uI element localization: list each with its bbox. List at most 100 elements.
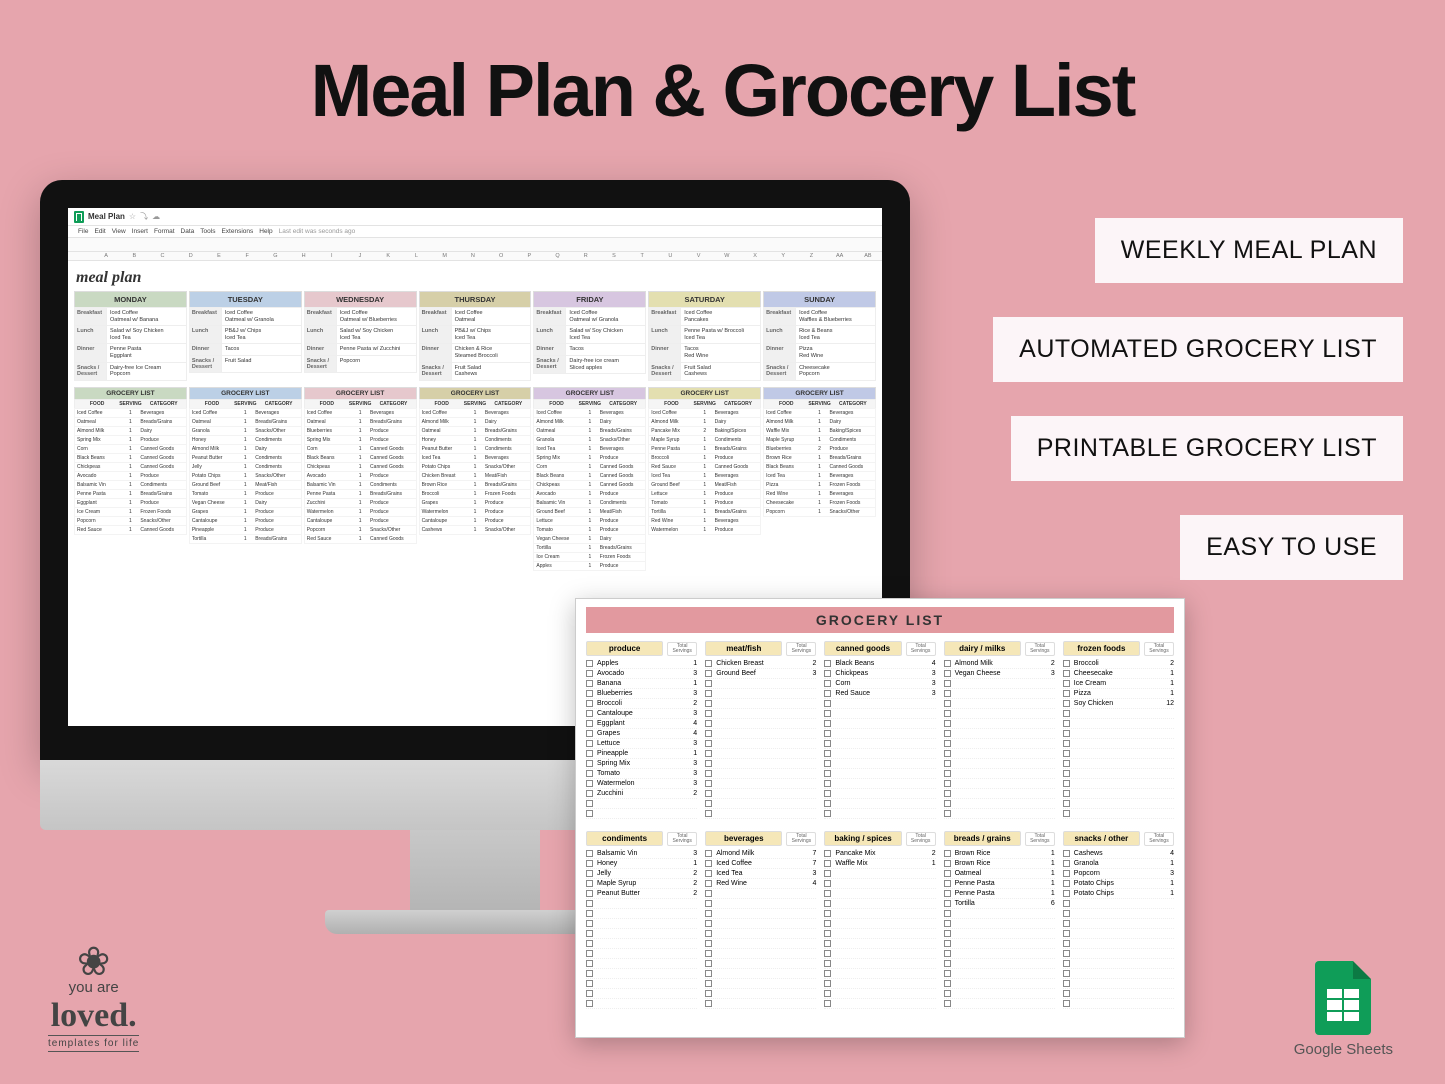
checkbox[interactable] [824,700,831,707]
grocery-row[interactable]: Iced Tea1Beverages [419,453,532,463]
meal-row[interactable]: BreakfastIced CoffeeOatmeal w/ Banana [74,307,187,326]
grocery-row[interactable]: Cashews1Snacks/Other [419,525,532,535]
grocery-row[interactable]: Honey1Condiments [189,435,302,445]
column-letter[interactable]: G [261,252,289,260]
grocery-row[interactable]: Balsamic Vin1Condiments [304,480,417,490]
checkbox[interactable] [1063,810,1070,817]
checkbox[interactable] [586,700,593,707]
grocery-row[interactable]: Blueberries1Produce [304,426,417,436]
print-row[interactable]: Chicken Breast2 [705,659,816,669]
menu-item[interactable]: Help [259,228,272,235]
checkbox[interactable] [705,780,712,787]
checkbox[interactable] [586,680,593,687]
print-row[interactable] [586,929,697,939]
checkbox[interactable] [1063,860,1070,867]
grocery-row[interactable]: Cheesecake1Frozen Foods [763,498,876,508]
print-row[interactable]: Zucchini2 [586,789,697,799]
print-row[interactable]: Honey1 [586,859,697,869]
menu-item[interactable]: Format [154,228,175,235]
column-letter[interactable]: R [572,252,600,260]
grocery-row[interactable]: Chickpeas1Canned Goods [304,462,417,472]
checkbox[interactable] [1063,930,1070,937]
print-row[interactable]: Iced Tea3 [705,869,816,879]
meal-row[interactable]: LunchPB&J w/ ChipsIced Tea [189,325,302,344]
column-letter[interactable]: V [684,252,712,260]
checkbox[interactable] [586,760,593,767]
meal-row[interactable]: DinnerTacos [533,343,646,356]
meal-value[interactable]: PB&J w/ ChipsIced Tea [452,326,531,343]
grocery-row[interactable]: Spring Mix1Produce [533,453,646,463]
checkbox[interactable] [1063,950,1070,957]
column-letter[interactable]: W [713,252,741,260]
checkbox[interactable] [824,740,831,747]
print-row[interactable]: Broccoli2 [1063,659,1174,669]
checkbox[interactable] [944,930,951,937]
meal-row[interactable]: BreakfastIced CoffeeOatmeal w/ Granola [189,307,302,326]
checkbox[interactable] [824,720,831,727]
checkbox[interactable] [944,740,951,747]
grocery-row[interactable]: Black Beans1Canned Goods [533,471,646,481]
grocery-row[interactable]: Balsamic Vin1Condiments [533,498,646,508]
grocery-row[interactable]: Ground Beef1Meat/Fish [648,480,761,490]
print-row[interactable] [824,959,935,969]
meal-row[interactable]: Snacks / DessertDairy-free ice creamSlic… [533,355,646,374]
print-row[interactable] [824,709,935,719]
print-row[interactable]: Cantaloupe3 [586,709,697,719]
print-row[interactable] [944,809,1055,819]
print-row[interactable] [1063,779,1174,789]
grocery-row[interactable]: Iced Coffee1Beverages [763,408,876,418]
grocery-row[interactable]: Zucchini1Produce [304,498,417,508]
print-row[interactable] [1063,729,1174,739]
grocery-row[interactable]: Chickpeas1Canned Goods [533,480,646,490]
print-row[interactable] [944,779,1055,789]
print-row[interactable] [824,769,935,779]
checkbox[interactable] [705,930,712,937]
checkbox[interactable] [944,730,951,737]
print-row[interactable] [705,749,816,759]
checkbox[interactable] [944,900,951,907]
print-row[interactable] [1063,929,1174,939]
grocery-row[interactable]: Iced Coffee1Beverages [74,408,187,418]
grocery-row[interactable]: Spring Mix1Produce [74,435,187,445]
grocery-row[interactable]: Corn1Canned Goods [533,462,646,472]
checkbox[interactable] [705,980,712,987]
print-row[interactable]: Potato Chips1 [1063,879,1174,889]
checkbox[interactable] [824,960,831,967]
print-row[interactable] [944,959,1055,969]
meal-value[interactable]: Fruit SaladCashews [681,363,760,380]
menu-item[interactable]: Edit [94,228,105,235]
grocery-row[interactable]: Vegan Cheese1Dairy [533,534,646,544]
column-letter[interactable]: O [487,252,515,260]
print-row[interactable]: Watermelon3 [586,779,697,789]
checkbox[interactable] [944,700,951,707]
meal-row[interactable]: LunchSalad w/ Soy ChickenIced Tea [533,325,646,344]
print-row[interactable] [944,919,1055,929]
print-row[interactable]: Soy Chicken12 [1063,699,1174,709]
meal-value[interactable]: Salad w/ Soy ChickenIced Tea [566,326,645,343]
print-row[interactable] [944,799,1055,809]
checkbox[interactable] [705,910,712,917]
grocery-row[interactable]: Cantaloupe1Produce [419,516,532,526]
grocery-row[interactable]: Tomato1Produce [189,489,302,499]
print-row[interactable] [824,779,935,789]
print-row[interactable] [824,739,935,749]
print-row[interactable] [824,909,935,919]
checkbox[interactable] [705,690,712,697]
grocery-row[interactable]: Oatmeal1Breads/Grains [74,417,187,427]
print-row[interactable]: Vegan Cheese3 [944,669,1055,679]
print-row[interactable]: Red Sauce3 [824,689,935,699]
print-row[interactable] [1063,939,1174,949]
print-row[interactable]: Tomato3 [586,769,697,779]
checkbox[interactable] [824,980,831,987]
checkbox[interactable] [586,970,593,977]
print-row[interactable] [1063,899,1174,909]
checkbox[interactable] [944,950,951,957]
grocery-row[interactable]: Watermelon1Produce [648,525,761,535]
print-row[interactable] [586,939,697,949]
meal-row[interactable]: BreakfastIced CoffeeOatmeal [419,307,532,326]
checkbox[interactable] [705,920,712,927]
meal-row[interactable]: DinnerPenne Pasta w/ Zucchini [304,343,417,356]
column-letter[interactable]: L [402,252,430,260]
column-letter[interactable]: Z [797,252,825,260]
checkbox[interactable] [1063,780,1070,787]
